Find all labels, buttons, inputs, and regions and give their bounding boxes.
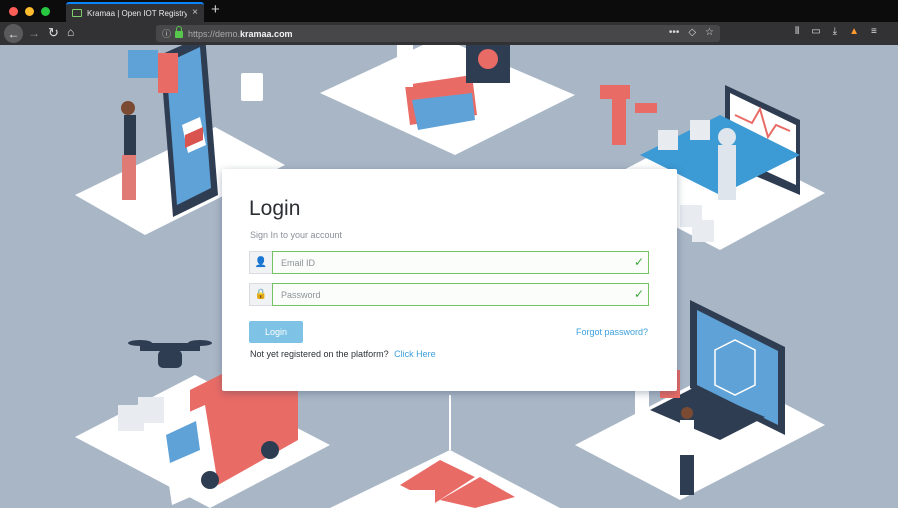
library-icon[interactable]: ⫴ bbox=[795, 26, 799, 37]
password-input[interactable] bbox=[272, 283, 649, 306]
register-text: Not yet registered on the platform? bbox=[250, 349, 389, 359]
forgot-password-link[interactable]: Forgot password? bbox=[576, 327, 648, 337]
page-actions-icon[interactable]: ••• bbox=[669, 27, 680, 38]
bookmark-star-icon[interactable]: ☆ bbox=[705, 27, 714, 38]
window-minimize-button[interactable] bbox=[25, 6, 34, 16]
window-maximize-button[interactable] bbox=[41, 6, 50, 16]
browser-titlebar: Kramaa | Open IOT Registry on × + bbox=[0, 0, 898, 22]
email-input[interactable] bbox=[272, 251, 649, 274]
register-prompt: Not yet registered on the platform? Clic… bbox=[250, 349, 436, 359]
window-controls bbox=[9, 6, 50, 16]
email-valid-check-icon: ✓ bbox=[633, 255, 644, 269]
tab-title: Kramaa | Open IOT Registry on bbox=[87, 8, 188, 18]
url-host: kramaa.com bbox=[240, 28, 293, 39]
forward-button[interactable]: → bbox=[28, 26, 40, 40]
password-field-group: 🔒 ✓ bbox=[249, 283, 649, 306]
login-button[interactable]: Login bbox=[249, 321, 303, 343]
platform-smart-home bbox=[330, 395, 560, 508]
tab-close-icon[interactable]: × bbox=[192, 8, 198, 18]
download-icon[interactable]: ⤓ bbox=[833, 26, 837, 37]
window-close-button[interactable] bbox=[9, 6, 18, 16]
register-link[interactable]: Click Here bbox=[394, 349, 436, 359]
toolbar-right: ⫴ ▭ ⤓ ▲ ≡ bbox=[795, 26, 877, 37]
login-title: Login bbox=[249, 197, 301, 220]
menu-icon[interactable]: ≡ bbox=[871, 26, 877, 37]
home-button[interactable]: ⌂ bbox=[67, 25, 74, 39]
browser-tab-active[interactable]: Kramaa | Open IOT Registry on × bbox=[66, 2, 204, 22]
platform-payment bbox=[320, 45, 575, 155]
address-bar-actions: ••• ◇ ☆ bbox=[669, 27, 714, 38]
password-valid-check-icon: ✓ bbox=[633, 287, 644, 301]
login-card: Login Sign In to your account 👤 ✓ 🔒 ✓ Lo… bbox=[222, 169, 677, 391]
extension-icon[interactable]: ▲ bbox=[849, 26, 859, 37]
page-viewport: Login Sign In to your account 👤 ✓ 🔒 ✓ Lo… bbox=[0, 45, 898, 508]
sidebar-icon[interactable]: ▭ bbox=[811, 26, 820, 37]
address-bar[interactable]: ⓘ https://demo. kramaa.com ••• ◇ ☆ bbox=[156, 25, 720, 42]
screenshot-bottom-margin bbox=[0, 508, 902, 512]
new-tab-button[interactable]: + bbox=[211, 2, 220, 18]
site-info-icon[interactable]: ⓘ bbox=[162, 27, 173, 40]
lock-icon: 🔒 bbox=[249, 283, 272, 306]
pocket-icon[interactable]: ◇ bbox=[688, 27, 696, 38]
secure-lock-icon[interactable] bbox=[175, 26, 183, 38]
back-button[interactable]: ← bbox=[4, 24, 23, 43]
url-scheme: https://demo. bbox=[188, 28, 241, 39]
login-subtitle: Sign In to your account bbox=[250, 230, 343, 240]
screenshot-right-margin bbox=[898, 0, 902, 512]
tab-favicon-icon bbox=[72, 9, 82, 17]
browser-navbar: ← → ↻ ⌂ ⓘ https://demo. kramaa.com ••• ◇ … bbox=[0, 22, 898, 45]
email-field-group: 👤 ✓ bbox=[249, 251, 649, 274]
user-icon: 👤 bbox=[249, 251, 272, 274]
reload-button[interactable]: ↻ bbox=[48, 25, 59, 41]
